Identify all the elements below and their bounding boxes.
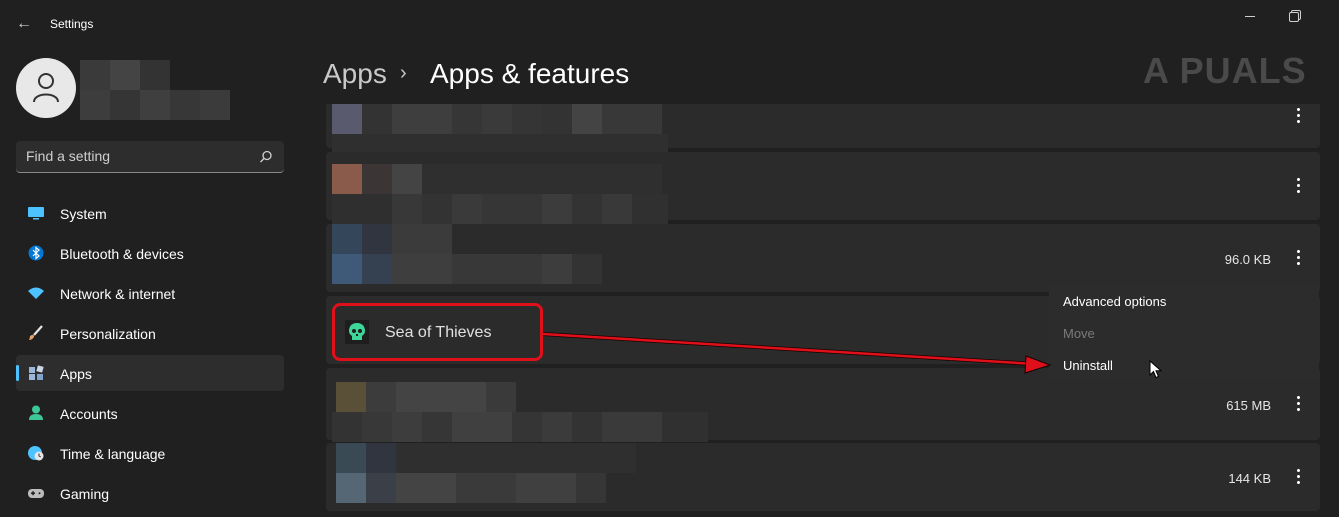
sidebar-nav: System Bluetooth & devices Network & int… <box>16 195 284 515</box>
sea-of-thieves-skull-icon <box>345 320 369 344</box>
context-menu: Advanced options Move Uninstall <box>1049 283 1319 381</box>
sidebar-item-label: Accounts <box>60 406 118 422</box>
gamepad-icon <box>28 489 44 498</box>
title-bar: ← Settings <box>0 0 1339 46</box>
menu-item-uninstall[interactable]: Uninstall <box>1063 358 1113 373</box>
person-icon <box>33 73 59 103</box>
sidebar-item-label: Bluetooth & devices <box>60 246 184 262</box>
sidebar-item-system[interactable]: System <box>16 195 284 231</box>
breadcrumb-apps[interactable]: Apps <box>323 58 387 90</box>
app-size: 144 KB <box>1228 471 1271 486</box>
minimize-icon[interactable] <box>1243 8 1259 24</box>
profile-name-redacted <box>80 60 230 120</box>
sidebar-item-label: System <box>60 206 107 222</box>
app-redacted-block <box>332 382 708 442</box>
active-indicator <box>16 365 19 381</box>
menu-item-move: Move <box>1063 326 1095 341</box>
app-size: 96.0 KB <box>1224 252 1271 267</box>
sidebar-item-label: Apps <box>60 366 92 382</box>
sidebar-item-network[interactable]: Network & internet <box>16 275 284 311</box>
search-icon[interactable] <box>259 150 273 164</box>
app-list-item[interactable]: 96.0 KB <box>326 224 1320 292</box>
sidebar-item-accounts[interactable]: Accounts <box>16 395 284 431</box>
breadcrumb-separator: › <box>400 62 407 84</box>
menu-item-advanced-options[interactable]: Advanced options <box>1063 294 1166 309</box>
mouse-cursor-icon <box>1149 360 1163 379</box>
app-redacted-block <box>332 224 612 284</box>
sidebar-item-bluetooth[interactable]: Bluetooth & devices <box>16 235 284 271</box>
sidebar-item-time-language[interactable]: Time & language <box>16 435 284 471</box>
person-icon <box>29 405 43 420</box>
sidebar-item-label: Network & internet <box>60 286 176 302</box>
more-options-icon[interactable] <box>1290 467 1306 487</box>
system-display-icon <box>28 207 44 220</box>
app-list-item[interactable]: 144 KB <box>326 443 1320 511</box>
page-title: Apps & features <box>430 58 630 89</box>
search-box[interactable] <box>16 141 284 173</box>
app-title: Settings <box>50 17 94 31</box>
app-size: 615 MB <box>1226 398 1271 413</box>
restore-icon[interactable] <box>1289 10 1301 22</box>
more-options-icon[interactable] <box>1290 248 1306 268</box>
apps-icon <box>29 365 44 380</box>
sidebar-item-label: Gaming <box>60 486 110 502</box>
sidebar-item-gaming[interactable]: Gaming <box>16 475 284 511</box>
sidebar-item-label: Personalization <box>60 326 156 342</box>
avatar[interactable] <box>16 58 76 118</box>
more-options-icon[interactable] <box>1290 394 1306 414</box>
paintbrush-icon <box>29 325 43 340</box>
sidebar-item-personalization[interactable]: Personalization <box>16 315 284 351</box>
bluetooth-icon <box>28 245 44 261</box>
sidebar-item-label: Time & language <box>60 446 166 462</box>
search-input[interactable] <box>26 148 251 164</box>
sidebar-item-apps[interactable]: Apps <box>16 355 284 391</box>
watermark-logo: A PUALS <box>1143 50 1307 91</box>
app-name: Sea of Thieves <box>385 324 492 341</box>
wifi-icon <box>28 287 44 299</box>
more-options-icon[interactable] <box>1290 106 1306 126</box>
more-options-icon[interactable] <box>1290 176 1306 196</box>
app-list-item[interactable] <box>326 152 1320 224</box>
app-list-item[interactable] <box>326 104 1320 162</box>
app-redacted-block <box>332 443 642 503</box>
back-arrow-icon[interactable]: ← <box>10 12 38 36</box>
app-redacted-block <box>332 164 668 224</box>
globe-clock-icon <box>28 446 44 461</box>
